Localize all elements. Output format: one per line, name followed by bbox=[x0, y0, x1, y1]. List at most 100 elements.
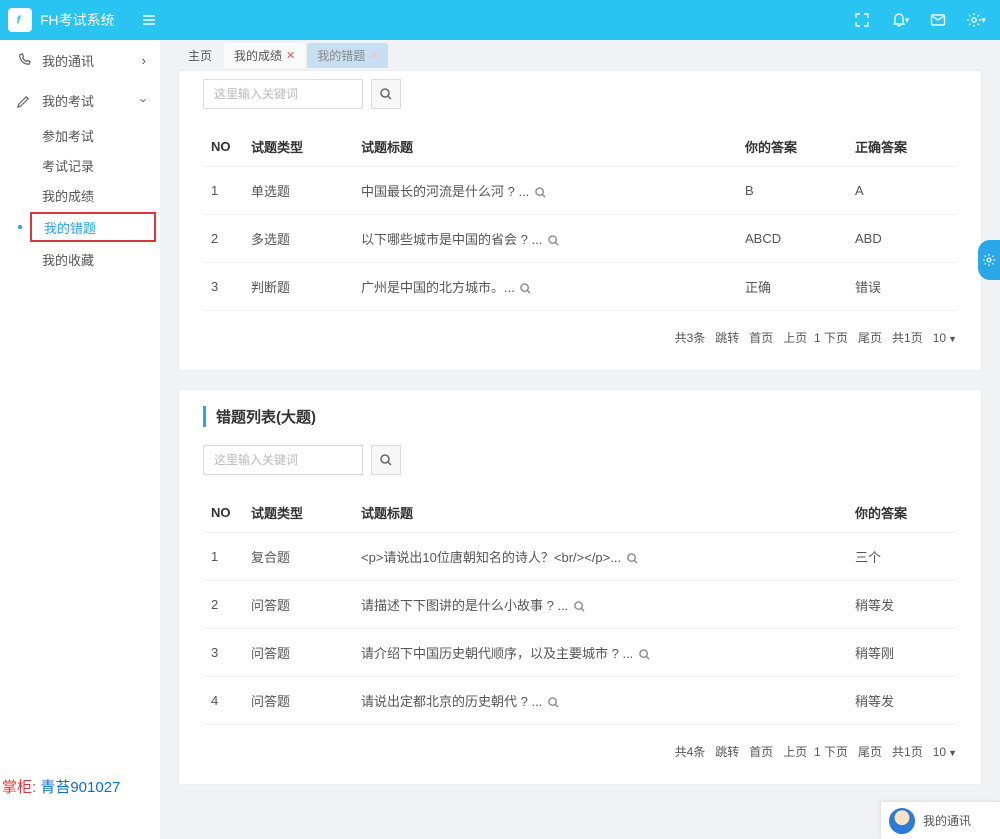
cell-no: 3 bbox=[203, 629, 243, 677]
pager-prev[interactable]: 上页 bbox=[783, 745, 807, 759]
th-type: 试题类型 bbox=[243, 493, 353, 533]
cell-title: 广州是中国的北方城市。... bbox=[353, 263, 737, 311]
pager-pages: 共1页 bbox=[892, 743, 923, 760]
table-row: 1 复合题 <p>请说出10位唐朝知名的诗人？<br/></p>... 三个 bbox=[203, 533, 957, 581]
cell-title: 请说出定都北京的历史朝代 ? ... bbox=[353, 677, 847, 725]
pager-jump[interactable]: 跳转 bbox=[715, 329, 739, 346]
sidebar-item-contacts[interactable]: 我的通讯 › bbox=[0, 40, 160, 80]
magnify-icon[interactable] bbox=[535, 187, 546, 198]
pager-first[interactable]: 首页 bbox=[749, 329, 773, 346]
pager-last[interactable]: 尾页 bbox=[858, 329, 882, 346]
cell-your: 稍等发 bbox=[847, 677, 957, 725]
pager-jump[interactable]: 跳转 bbox=[715, 743, 739, 760]
th-correct: 正确答案 bbox=[847, 127, 957, 167]
tab-scores[interactable]: 我的成绩✕ bbox=[224, 43, 305, 68]
search-input[interactable] bbox=[203, 79, 363, 109]
pager-total: 共3条 bbox=[675, 329, 706, 346]
magnify-icon[interactable] bbox=[548, 235, 559, 246]
sidebar-sub-fav[interactable]: 我的收藏 bbox=[28, 244, 160, 274]
cell-title: <p>请说出10位唐朝知名的诗人？<br/></p>... bbox=[353, 533, 847, 581]
cell-your: B bbox=[737, 167, 847, 215]
mail-icon[interactable] bbox=[922, 4, 954, 36]
table-row: 4 问答题 请说出定都北京的历史朝代 ? ... 稍等发 bbox=[203, 677, 957, 725]
chevron-right-icon: › bbox=[142, 53, 146, 68]
cell-your: 三个 bbox=[847, 533, 957, 581]
table-row: 3 判断题 广州是中国的北方城市。... 正确 错误 bbox=[203, 263, 957, 311]
pager-next[interactable]: 下页 bbox=[824, 745, 848, 759]
table-row: 2 问答题 请描述下下图讲的是什么小故事 ? ... 稍等发 bbox=[203, 581, 957, 629]
cell-type: 判断题 bbox=[243, 263, 353, 311]
tab-wrong[interactable]: 我的错题✕ bbox=[307, 43, 388, 68]
table-row: 3 问答题 请介绍下中国历史朝代顺序，以及主要城市 ? ... 稍等刚 bbox=[203, 629, 957, 677]
avatar bbox=[889, 808, 915, 834]
magnify-icon[interactable] bbox=[627, 553, 638, 564]
cell-no: 3 bbox=[203, 263, 243, 311]
svg-text:f: f bbox=[17, 15, 22, 27]
cell-type: 问答题 bbox=[243, 581, 353, 629]
menu-toggle-icon[interactable] bbox=[133, 4, 165, 36]
pager: 共3条 跳转 首页 上页 1 下页 尾页 共1页 10▼ bbox=[203, 329, 957, 346]
cell-title: 以下哪些城市是中国的省会 ? ... bbox=[353, 215, 737, 263]
bell-icon[interactable]: ▾ bbox=[884, 4, 916, 36]
pager-size[interactable]: 10▼ bbox=[933, 745, 957, 759]
sidebar-sub-scores[interactable]: 我的成绩 bbox=[28, 180, 160, 210]
th-no: NO bbox=[203, 493, 243, 533]
cell-your: 稍等刚 bbox=[847, 629, 957, 677]
table-row: 1 单选题 中国最长的河流是什么河 ? ... B A bbox=[203, 167, 957, 215]
magnify-icon[interactable] bbox=[548, 697, 559, 708]
settings-icon[interactable]: ▾ bbox=[960, 4, 992, 36]
close-icon[interactable]: ✕ bbox=[369, 49, 378, 62]
wrong-list-small-card: NO 试题类型 试题标题 你的答案 正确答案 1 单选题 中国最长的河流是什么河… bbox=[178, 70, 982, 371]
float-settings-button[interactable] bbox=[978, 240, 1000, 280]
pen-icon bbox=[14, 93, 32, 108]
tab-home[interactable]: 主页 bbox=[178, 43, 222, 68]
search-button[interactable] bbox=[371, 445, 401, 475]
pager-prev[interactable]: 上页 bbox=[783, 331, 807, 345]
cell-type: 问答题 bbox=[243, 629, 353, 677]
brand-title: FH考试系统 bbox=[40, 10, 115, 30]
cell-no: 2 bbox=[203, 215, 243, 263]
cell-no: 1 bbox=[203, 167, 243, 215]
cell-correct: 错误 bbox=[847, 263, 957, 311]
sidebar-item-exam[interactable]: 我的考试 › bbox=[0, 80, 160, 120]
header: f FH考试系统 ▾ ▾ bbox=[0, 0, 1000, 40]
wrong-table-big: NO 试题类型 试题标题 你的答案 1 复合题 <p>请说出10位唐朝知名的诗人… bbox=[203, 493, 957, 725]
cell-no: 1 bbox=[203, 533, 243, 581]
magnify-icon[interactable] bbox=[520, 283, 531, 294]
pager-total: 共4条 bbox=[675, 743, 706, 760]
th-no: NO bbox=[203, 127, 243, 167]
pager-next[interactable]: 下页 bbox=[824, 331, 848, 345]
cell-type: 复合题 bbox=[243, 533, 353, 581]
magnify-icon[interactable] bbox=[639, 649, 650, 660]
search-button[interactable] bbox=[371, 79, 401, 109]
pager-size[interactable]: 10▼ bbox=[933, 331, 957, 345]
cell-type: 多选题 bbox=[243, 215, 353, 263]
pager-last[interactable]: 尾页 bbox=[858, 743, 882, 760]
cell-title: 请介绍下中国历史朝代顺序，以及主要城市 ? ... bbox=[353, 629, 847, 677]
th-your: 你的答案 bbox=[847, 493, 957, 533]
wrong-list-big-card: 错题列表(大题) NO 试题类型 试题标题 你的答案 1 复合题 <p>请说出1… bbox=[178, 389, 982, 785]
fullscreen-icon[interactable] bbox=[846, 4, 878, 36]
cell-correct: ABD bbox=[847, 215, 957, 263]
sidebar-item-label: 我的考试 bbox=[42, 91, 94, 110]
cell-correct: A bbox=[847, 167, 957, 215]
cell-title: 请描述下下图讲的是什么小故事 ? ... bbox=[353, 581, 847, 629]
phone-icon bbox=[14, 53, 32, 68]
close-icon[interactable]: ✕ bbox=[286, 49, 295, 62]
chat-widget[interactable]: 我的通讯 bbox=[880, 801, 1000, 839]
watermark: 掌柜: 青苔901027 bbox=[2, 776, 120, 797]
sidebar-sub-join[interactable]: 参加考试 bbox=[28, 120, 160, 150]
pager-first[interactable]: 首页 bbox=[749, 743, 773, 760]
sidebar-item-label: 我的通讯 bbox=[42, 51, 94, 70]
chat-label: 我的通讯 bbox=[923, 812, 971, 829]
th-title: 试题标题 bbox=[353, 493, 847, 533]
sidebar-sub-wrong[interactable]: 我的错题 bbox=[30, 212, 156, 242]
search-input[interactable] bbox=[203, 445, 363, 475]
sidebar-sub-records[interactable]: 考试记录 bbox=[28, 150, 160, 180]
wrong-table-small: NO 试题类型 试题标题 你的答案 正确答案 1 单选题 中国最长的河流是什么河… bbox=[203, 127, 957, 311]
magnify-icon[interactable] bbox=[574, 601, 585, 612]
th-type: 试题类型 bbox=[243, 127, 353, 167]
cell-no: 4 bbox=[203, 677, 243, 725]
table-row: 2 多选题 以下哪些城市是中国的省会 ? ... ABCD ABD bbox=[203, 215, 957, 263]
cell-your: 稍等发 bbox=[847, 581, 957, 629]
